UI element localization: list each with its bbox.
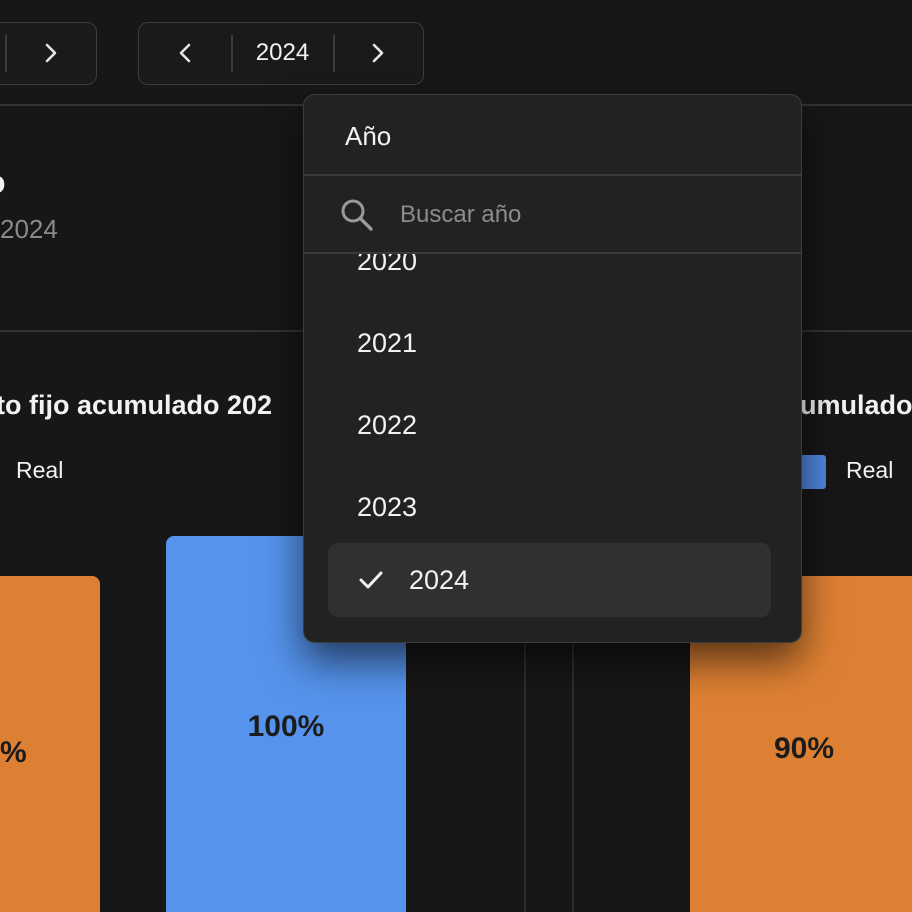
- left-legend-label: Real: [16, 457, 64, 483]
- next-year-button[interactable]: [334, 23, 422, 83]
- chart-bar: %: [0, 576, 100, 912]
- month-navigator: [0, 22, 97, 85]
- year-option-selected[interactable]: 2024: [328, 543, 771, 617]
- year-selector-button[interactable]: 2024: [232, 23, 333, 83]
- chart-gridline: [572, 640, 574, 912]
- dropdown-title: Año: [345, 121, 392, 151]
- year-option-label: 2024: [409, 565, 470, 595]
- year-option-label: 2020: [357, 254, 418, 276]
- previous-year-button[interactable]: [139, 23, 231, 83]
- bar-value-label: 90%: [774, 732, 835, 765]
- year-option-label: 2022: [357, 410, 418, 440]
- year-dropdown: Año 2020 2021 2022 2023 2024: [303, 94, 802, 643]
- year-option[interactable]: 2023: [328, 470, 771, 544]
- page-subtitle: 2024: [0, 214, 58, 244]
- chevron-left-icon: [179, 43, 191, 63]
- chevron-right-icon: [372, 43, 384, 63]
- page-title: o: [0, 164, 6, 201]
- left-chart-title: to fijo acumulado 202: [0, 390, 273, 420]
- year-option[interactable]: 2022: [328, 388, 771, 462]
- chevron-right-icon: [45, 43, 57, 63]
- search-icon: [341, 199, 373, 231]
- dropdown-divider: [304, 174, 801, 176]
- year-option[interactable]: 2021: [328, 306, 771, 380]
- check-icon: [359, 571, 383, 589]
- next-month-button[interactable]: [7, 23, 95, 83]
- year-search-input[interactable]: [400, 193, 760, 237]
- right-legend-label: Real: [846, 457, 894, 483]
- year-options-list: 2020 2021 2022 2023 2024: [304, 254, 801, 642]
- year-option-label: 2023: [357, 492, 418, 522]
- year-navigator: 2024: [138, 22, 424, 85]
- bar-value-label: %: [0, 736, 27, 769]
- year-option-label: 2021: [357, 328, 418, 358]
- bar-value-label: 100%: [247, 710, 325, 743]
- chart-gridline: [524, 640, 526, 912]
- year-option[interactable]: 2020: [328, 254, 771, 298]
- right-chart-title: umulado: [800, 390, 912, 420]
